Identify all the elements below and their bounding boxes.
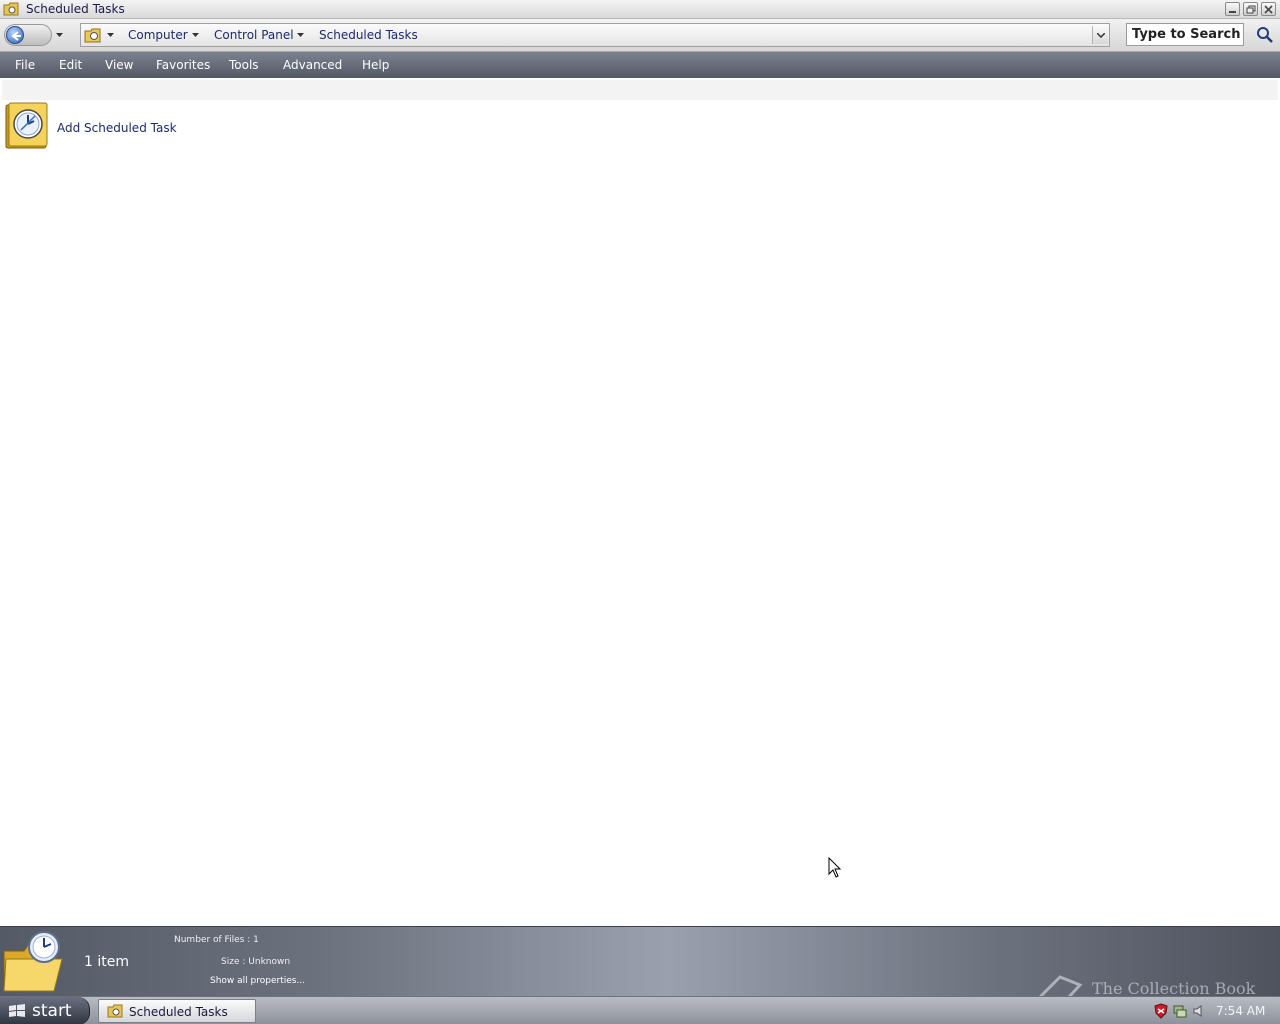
network-icon[interactable]	[1172, 1003, 1188, 1019]
breadcrumb-control-panel[interactable]: Control Panel	[214, 28, 294, 42]
window-controls	[1225, 2, 1276, 16]
property-separator: :	[247, 935, 251, 945]
menu-edit[interactable]: Edit	[59, 58, 82, 72]
folder-clock-icon	[3, 931, 63, 992]
minimize-icon	[1229, 11, 1236, 13]
system-tray: 7:54 AM	[1144, 999, 1280, 1023]
breadcrumb-scheduled-tasks[interactable]: Scheduled Tasks	[319, 28, 418, 42]
file-list-view[interactable]: Add Scheduled Task	[0, 78, 1280, 926]
window-title: Scheduled Tasks	[26, 2, 125, 16]
start-label: start	[32, 1001, 72, 1021]
list-item-add-scheduled-task[interactable]: Add Scheduled Task	[4, 102, 204, 152]
add-scheduled-task-icon	[5, 102, 48, 149]
close-button[interactable]	[1261, 2, 1276, 16]
menu-help[interactable]: Help	[362, 58, 389, 72]
menu-view[interactable]: View	[105, 58, 133, 72]
folder-clock-icon	[107, 1004, 123, 1018]
property-size: Size : Unknown	[221, 957, 290, 967]
search-input[interactable]: Type to Search	[1126, 23, 1244, 46]
property-separator: :	[242, 957, 246, 967]
address-field[interactable]: Computer Control Panel Scheduled Tasks	[80, 23, 1110, 47]
address-history-dropdown[interactable]	[1092, 26, 1108, 44]
watermark: The Collection Book	[1030, 971, 1270, 1017]
taskbar-button-label: Scheduled Tasks	[129, 1005, 228, 1019]
folder-clock-icon	[3, 2, 19, 16]
taskbar-button-scheduled-tasks[interactable]: Scheduled Tasks	[98, 999, 256, 1023]
navigation-buttons	[4, 24, 52, 46]
taskbar: start Scheduled Tasks 7:54 AM	[0, 996, 1280, 1024]
minimize-button[interactable]	[1225, 2, 1240, 16]
restore-icon	[1246, 5, 1256, 14]
crumb-dropdown-icon[interactable]	[107, 33, 114, 37]
title-bar: Scheduled Tasks	[0, 0, 1280, 19]
clock[interactable]: 7:54 AM	[1216, 1004, 1265, 1018]
property-value: Unknown	[248, 957, 291, 967]
breadcrumb-computer[interactable]: Computer	[128, 28, 188, 42]
list-header-strip	[2, 80, 1278, 100]
details-pane: 1 item Number of Files : 1 Size : Unknow…	[0, 926, 1280, 1017]
security-shield-icon[interactable]	[1154, 1003, 1168, 1019]
property-key: Size	[221, 957, 240, 967]
address-toolbar: Computer Control Panel Scheduled Tasks T…	[0, 19, 1280, 52]
restore-button[interactable]	[1243, 2, 1258, 16]
back-arrow-icon	[11, 31, 21, 41]
property-value: 1	[253, 935, 259, 945]
scheduled-tasks-folder-icon	[84, 28, 101, 43]
windows-flag-icon	[9, 1004, 25, 1017]
mouse-cursor-icon	[828, 857, 842, 878]
close-icon	[1264, 5, 1273, 14]
menu-favorites[interactable]: Favorites	[156, 58, 210, 72]
item-count: 1 item	[84, 954, 129, 970]
menu-tools[interactable]: Tools	[229, 58, 259, 72]
speaker-icon[interactable]	[1192, 1003, 1206, 1019]
property-number-of-files: Number of Files : 1	[174, 935, 259, 945]
search-icon[interactable]	[1256, 26, 1274, 44]
item-label[interactable]: Add Scheduled Task	[57, 121, 177, 135]
menu-advanced[interactable]: Advanced	[283, 58, 342, 72]
menu-bar: File Edit View Favorites Tools Advanced …	[0, 52, 1280, 78]
menu-file[interactable]: File	[15, 58, 35, 72]
back-button[interactable]	[6, 26, 24, 44]
crumb-separator-icon[interactable]	[192, 33, 199, 37]
chevron-down-icon	[1097, 33, 1105, 38]
show-all-properties-link[interactable]: Show all properties...	[210, 976, 305, 986]
recent-pages-dropdown[interactable]	[56, 33, 63, 37]
property-key: Number of Files	[174, 935, 245, 945]
start-button[interactable]: start	[0, 997, 90, 1024]
crumb-separator-icon[interactable]	[297, 33, 304, 37]
